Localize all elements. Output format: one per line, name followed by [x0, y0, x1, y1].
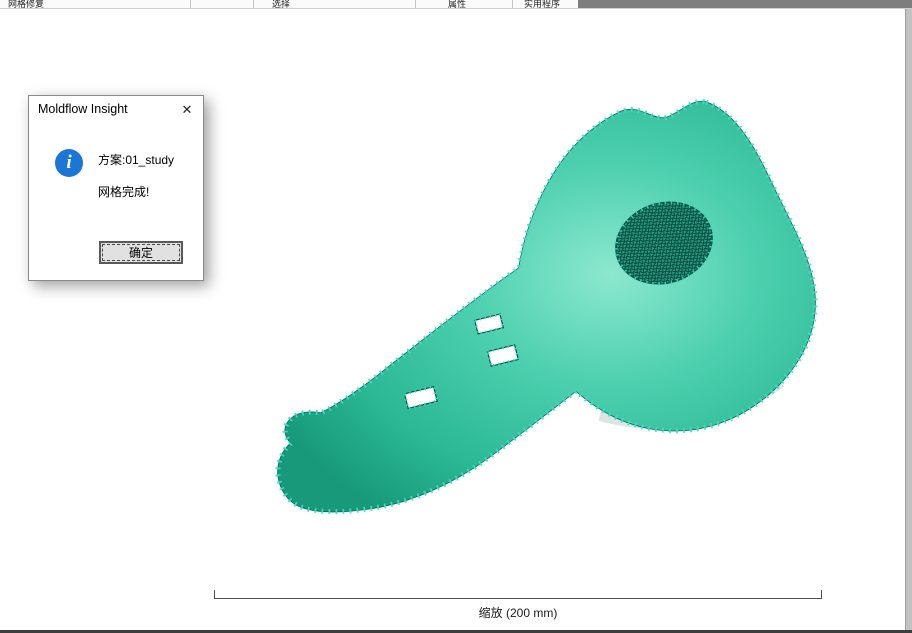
ribbon-group-utilities[interactable]: 实用程序 — [524, 0, 560, 8]
dialog-title: Moldflow Insight — [38, 102, 128, 116]
ribbon-group-properties[interactable]: 属性 — [448, 0, 466, 8]
boundary-nodes — [278, 101, 815, 511]
info-icon-glyph: i — [66, 152, 72, 173]
ribbon-group-mesh-repair[interactable]: 网格修复 — [8, 0, 44, 8]
ribbon-separator — [190, 0, 191, 8]
scale-line — [214, 598, 822, 599]
dialog-message-line1: 方案:01_study — [98, 153, 175, 167]
ribbon-separator — [512, 0, 513, 8]
dialog-titlebar[interactable]: Moldflow Insight ✕ — [29, 96, 203, 123]
mesh-model[interactable] — [278, 101, 815, 511]
info-icon: i — [55, 149, 83, 177]
dialog-body: i 方案:01_study 网格完成! — [29, 123, 203, 200]
dialog-message: 方案:01_study 网格完成! — [98, 149, 174, 200]
ok-button[interactable]: 确定 — [99, 241, 183, 264]
scale-bar: 缩放 (200 mm) — [214, 590, 822, 621]
scale-label: 缩放 (200 mm) — [478, 606, 558, 620]
window-right-edge — [905, 9, 912, 630]
ribbon-strip: 网格修复 选择 属性 实用程序 — [0, 0, 912, 9]
scale-bar-line — [214, 590, 822, 599]
close-icon[interactable]: ✕ — [171, 96, 203, 123]
ribbon-separator — [415, 0, 416, 8]
ribbon-dark-area — [578, 0, 912, 8]
scale-tick-right — [821, 590, 822, 599]
ribbon-group-selection[interactable]: 选择 — [272, 0, 290, 8]
application-window: 网格修复 选择 属性 实用程序 缩放 (200 mm) Moldflow Ins… — [0, 0, 912, 633]
dialog-footer: 确定 — [99, 241, 183, 264]
ribbon-separator — [253, 0, 254, 8]
dialog-message-line2: 网格完成! — [98, 185, 150, 199]
dialog-moldflow-insight: Moldflow Insight ✕ i 方案:01_study 网格完成! 确… — [28, 95, 204, 281]
